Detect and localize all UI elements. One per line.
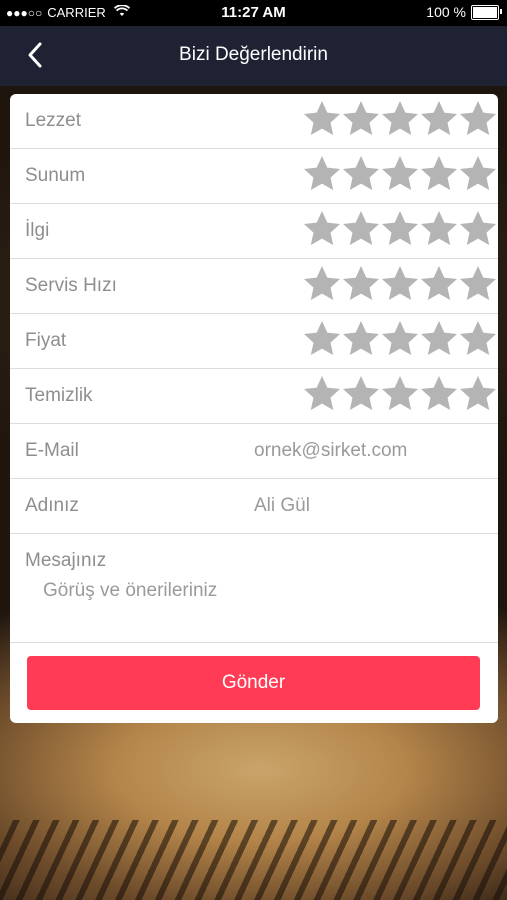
star-icon[interactable] bbox=[302, 99, 342, 139]
status-right: 100 % bbox=[426, 4, 502, 20]
star-icon[interactable] bbox=[302, 319, 342, 359]
star-rating[interactable] bbox=[303, 154, 498, 194]
rating-row: Servis Hızı bbox=[10, 259, 498, 314]
rating-list: Lezzet Sunum İlgi Servis Hızı Fiyat Temizlik bbox=[10, 94, 498, 424]
star-rating[interactable] bbox=[303, 374, 498, 414]
star-icon[interactable] bbox=[419, 374, 459, 414]
star-icon[interactable] bbox=[458, 374, 498, 414]
star-icon[interactable] bbox=[380, 209, 420, 249]
battery-percent: 100 % bbox=[426, 4, 466, 20]
star-icon[interactable] bbox=[380, 374, 420, 414]
star-icon[interactable] bbox=[458, 319, 498, 359]
star-icon[interactable] bbox=[458, 154, 498, 194]
message-textarea[interactable]: Görüş ve önerileriniz bbox=[43, 580, 463, 602]
star-icon[interactable] bbox=[419, 264, 459, 304]
star-icon[interactable] bbox=[341, 319, 381, 359]
email-field[interactable]: ornek@sirket.com bbox=[254, 440, 407, 462]
star-icon[interactable] bbox=[302, 374, 342, 414]
rating-label: Temizlik bbox=[25, 385, 93, 406]
star-rating[interactable] bbox=[303, 209, 498, 249]
name-field[interactable]: Ali Gül bbox=[254, 495, 310, 517]
navigation-bar: Bizi Değerlendirin bbox=[0, 26, 507, 86]
rating-row: Lezzet bbox=[10, 94, 498, 149]
star-icon[interactable] bbox=[341, 154, 381, 194]
star-icon[interactable] bbox=[341, 209, 381, 249]
submit-button[interactable]: Gönder bbox=[27, 656, 480, 710]
email-label: E-Mail bbox=[25, 440, 79, 461]
star-icon[interactable] bbox=[458, 209, 498, 249]
message-row[interactable]: Mesajınız Görüş ve önerileriniz bbox=[10, 534, 498, 643]
star-icon[interactable] bbox=[341, 99, 381, 139]
star-icon[interactable] bbox=[419, 154, 459, 194]
rating-label: Lezzet bbox=[25, 110, 81, 131]
name-row[interactable]: Adınız Ali Gül bbox=[10, 479, 498, 534]
rating-label: Servis Hızı bbox=[25, 275, 117, 296]
rating-row: İlgi bbox=[10, 204, 498, 259]
message-label: Mesajınız bbox=[25, 550, 107, 571]
star-icon[interactable] bbox=[419, 319, 459, 359]
rating-row: Fiyat bbox=[10, 314, 498, 369]
page-title: Bizi Değerlendirin bbox=[179, 44, 328, 65]
star-icon[interactable] bbox=[380, 154, 420, 194]
star-icon[interactable] bbox=[380, 264, 420, 304]
battery-icon bbox=[471, 4, 502, 20]
background-basket bbox=[0, 820, 507, 900]
star-icon[interactable] bbox=[302, 209, 342, 249]
rating-label: Fiyat bbox=[25, 330, 67, 351]
rating-row: Temizlik bbox=[10, 369, 498, 424]
email-row[interactable]: E-Mail ornek@sirket.com bbox=[10, 424, 498, 479]
star-icon[interactable] bbox=[458, 264, 498, 304]
star-rating[interactable] bbox=[303, 319, 498, 359]
star-icon[interactable] bbox=[419, 99, 459, 139]
rating-label: İlgi bbox=[25, 220, 50, 241]
star-icon[interactable] bbox=[380, 99, 420, 139]
star-icon[interactable] bbox=[341, 264, 381, 304]
star-icon[interactable] bbox=[302, 154, 342, 194]
star-rating[interactable] bbox=[303, 264, 498, 304]
rating-row: Sunum bbox=[10, 149, 498, 204]
star-icon[interactable] bbox=[380, 319, 420, 359]
name-label: Adınız bbox=[25, 495, 79, 516]
star-rating[interactable] bbox=[303, 99, 498, 139]
rating-form: Lezzet Sunum İlgi Servis Hızı Fiyat Temizlik … bbox=[10, 94, 498, 723]
star-icon[interactable] bbox=[458, 99, 498, 139]
status-bar: ●●●○○ CARRIER 11:27 AM 100 % bbox=[0, 0, 507, 26]
star-icon[interactable] bbox=[419, 209, 459, 249]
star-icon[interactable] bbox=[341, 374, 381, 414]
star-icon[interactable] bbox=[302, 264, 342, 304]
rating-label: Sunum bbox=[25, 165, 86, 186]
